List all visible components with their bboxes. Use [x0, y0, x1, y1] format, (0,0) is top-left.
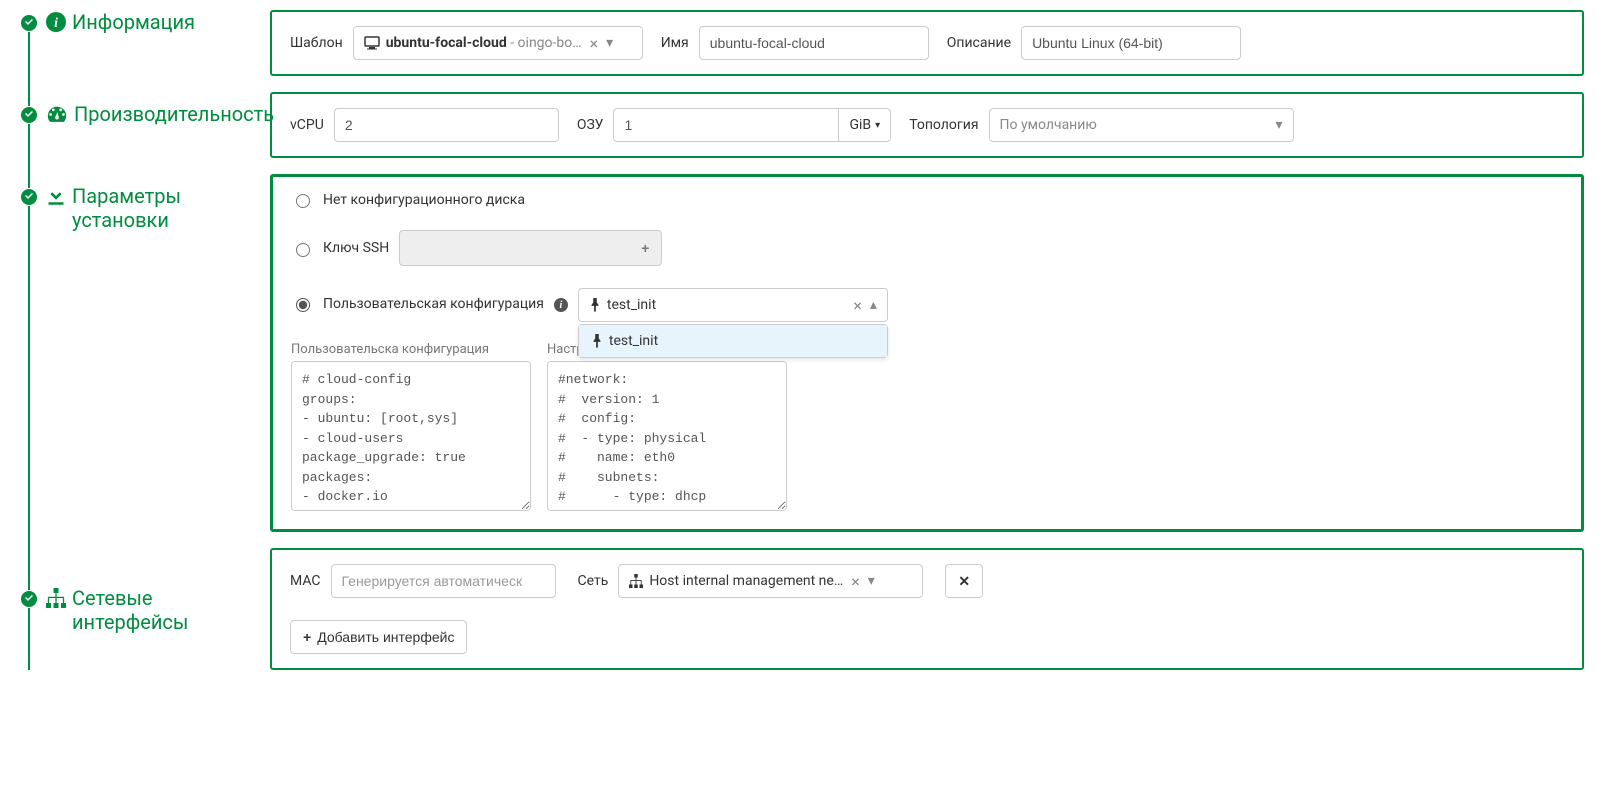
wizard-steps: i Информация Производительность	[10, 10, 270, 670]
template-label: Шаблон	[290, 35, 343, 51]
radio-ssh-key[interactable]	[296, 243, 310, 257]
info-icon: i	[554, 298, 568, 312]
template-select[interactable]: ubuntu-focal-cloud - oingo-bo… × ▾	[353, 26, 643, 60]
user-config-label: Пользовательска конфигурация	[291, 342, 531, 357]
sitemap-icon	[629, 574, 643, 588]
panel-net: MAC Сеть Host internal management ne… × …	[270, 548, 1584, 670]
check-icon	[20, 590, 38, 608]
caret-up-icon[interactable]: ▴	[870, 297, 877, 313]
step-perf-label: Производительность	[74, 102, 274, 126]
config-option[interactable]: test_init	[579, 325, 887, 357]
check-icon	[20, 14, 38, 32]
desktop-icon	[364, 36, 380, 50]
add-iface-button[interactable]: + Добавить интерфейс	[290, 620, 467, 654]
sitemap-icon	[46, 588, 66, 608]
check-icon	[20, 106, 38, 124]
config-template-select[interactable]: test_init × ▴	[578, 288, 888, 322]
ram-label: ОЗУ	[577, 117, 604, 133]
step-perf[interactable]: Производительность	[18, 102, 270, 154]
radio-custom-config[interactable]	[296, 298, 310, 312]
vcpu-input[interactable]	[334, 108, 559, 142]
radio-no-config[interactable]	[296, 194, 310, 208]
panel-perf: vCPU ОЗУ GiB ▾ Топология По умолчанию ▾	[270, 92, 1584, 158]
ram-input[interactable]	[613, 108, 838, 142]
user-config-textarea[interactable]	[291, 361, 531, 511]
remove-iface-button[interactable]: ✕	[945, 564, 983, 598]
topology-select[interactable]: По умолчанию ▾	[989, 108, 1294, 142]
no-config-label: Нет конфигурационного диска	[323, 192, 525, 208]
step-install-label: Параметры установки	[72, 184, 270, 232]
ssh-key-label: Ключ SSH	[323, 240, 389, 256]
net-config-textarea[interactable]	[547, 361, 787, 511]
ssh-key-input[interactable]	[399, 230, 629, 266]
mac-input[interactable]	[331, 564, 556, 598]
caret-down-icon[interactable]: ▾	[606, 35, 613, 51]
caret-down-icon: ▾	[875, 120, 880, 131]
step-net[interactable]: Сетевые интерфейсы	[18, 586, 270, 634]
clear-icon[interactable]: ×	[849, 572, 862, 591]
download-icon	[46, 186, 66, 206]
mac-label: MAC	[290, 573, 321, 589]
network-label: Сеть	[578, 573, 609, 589]
panel-install: Нет конфигурационного диска Ключ SSH + П…	[270, 174, 1584, 532]
clear-icon[interactable]: ×	[851, 296, 864, 315]
ram-unit-select[interactable]: GiB ▾	[838, 108, 891, 142]
desc-input[interactable]	[1021, 26, 1241, 60]
add-ssh-key-button[interactable]: +	[629, 230, 662, 266]
name-input[interactable]	[699, 26, 929, 60]
desc-label: Описание	[947, 35, 1011, 51]
network-select[interactable]: Host internal management ne… × ▾	[618, 564, 923, 598]
pin-icon	[589, 298, 601, 312]
step-info[interactable]: i Информация	[18, 10, 270, 72]
close-icon: ✕	[958, 573, 970, 590]
plus-icon: +	[303, 629, 311, 645]
step-install[interactable]: Параметры установки	[18, 184, 270, 556]
pin-icon	[591, 334, 603, 348]
info-icon: i	[46, 12, 66, 32]
svg-text:i: i	[54, 15, 58, 30]
topo-label: Топология	[909, 117, 978, 133]
caret-down-icon[interactable]: ▾	[868, 573, 875, 589]
tachometer-icon	[46, 104, 68, 124]
check-icon	[20, 188, 38, 206]
step-net-label: Сетевые интерфейсы	[72, 586, 270, 634]
caret-down-icon: ▾	[1276, 117, 1283, 133]
name-label: Имя	[661, 35, 689, 51]
clear-icon[interactable]: ×	[588, 34, 601, 53]
panel-info: Шаблон ubuntu-focal-cloud - oingo-bo… × …	[270, 10, 1584, 76]
vcpu-label: vCPU	[290, 117, 324, 133]
plus-icon: +	[641, 240, 649, 256]
custom-config-label: Пользовательская конфигурация	[323, 296, 544, 312]
step-info-label: Информация	[72, 10, 195, 34]
config-dropdown-menu: test_init	[578, 324, 888, 358]
